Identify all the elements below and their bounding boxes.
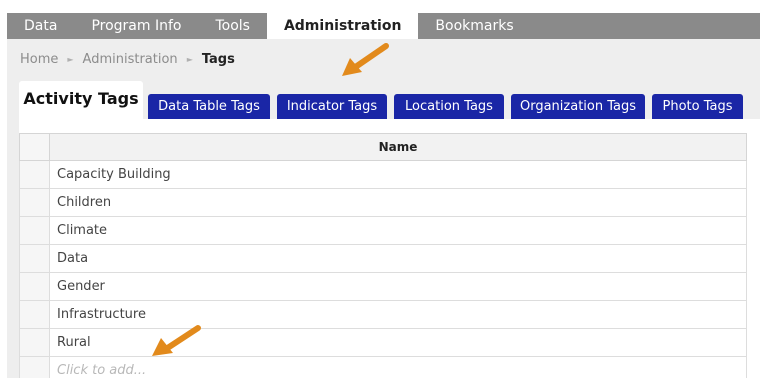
callout-arrow-icon xyxy=(342,43,389,76)
breadcrumb-separator-icon: ► xyxy=(67,55,74,64)
breadcrumb: Home ► Administration ► Tags xyxy=(20,50,235,70)
row-selector[interactable] xyxy=(19,160,50,189)
tab-data-table-tags[interactable]: Data Table Tags xyxy=(148,94,270,119)
tag-name-cell[interactable]: Climate xyxy=(49,216,747,245)
nav-item-bookmarks[interactable]: Bookmarks xyxy=(418,13,530,39)
table-row[interactable]: Gender xyxy=(19,272,747,301)
row-selector-header xyxy=(19,133,50,161)
row-selector[interactable] xyxy=(19,216,50,245)
table-row[interactable]: Data xyxy=(19,244,747,273)
tags-panel: Name Capacity Building Children Climate … xyxy=(19,119,760,378)
column-header-name[interactable]: Name xyxy=(49,133,747,161)
tag-name-cell[interactable]: Gender xyxy=(49,272,747,301)
add-row[interactable]: Click to add... xyxy=(19,356,747,378)
breadcrumb-administration[interactable]: Administration xyxy=(83,52,178,67)
top-navigation-bar: Data Program Info Tools Administration B… xyxy=(7,13,760,39)
table-row[interactable]: Rural xyxy=(19,328,747,357)
breadcrumb-separator-icon: ► xyxy=(186,55,193,64)
row-selector[interactable] xyxy=(19,272,50,301)
row-selector xyxy=(19,356,50,378)
tag-name-cell[interactable]: Capacity Building xyxy=(49,160,747,189)
table-row[interactable]: Climate xyxy=(19,216,747,245)
row-selector[interactable] xyxy=(19,188,50,217)
row-selector[interactable] xyxy=(19,300,50,329)
tab-location-tags[interactable]: Location Tags xyxy=(394,94,504,119)
callout-arrow-icon xyxy=(152,325,201,356)
row-selector[interactable] xyxy=(19,328,50,357)
nav-item-program-info[interactable]: Program Info xyxy=(74,13,198,39)
table-row[interactable]: Infrastructure xyxy=(19,300,747,329)
tab-photo-tags[interactable]: Photo Tags xyxy=(652,94,743,119)
tab-indicator-tags[interactable]: Indicator Tags xyxy=(277,94,387,119)
table-row[interactable]: Children xyxy=(19,188,747,217)
table-header-row: Name xyxy=(19,133,747,161)
nav-item-tools[interactable]: Tools xyxy=(198,13,267,39)
tag-name-cell[interactable]: Children xyxy=(49,188,747,217)
tab-organization-tags[interactable]: Organization Tags xyxy=(511,94,645,119)
tag-name-cell[interactable]: Data xyxy=(49,244,747,273)
tags-table: Name Capacity Building Children Climate … xyxy=(19,133,747,378)
nav-item-data[interactable]: Data xyxy=(7,13,74,39)
breadcrumb-current: Tags xyxy=(201,52,235,67)
tab-activity-tags[interactable]: Activity Tags xyxy=(19,81,143,119)
row-selector[interactable] xyxy=(19,244,50,273)
table-row[interactable]: Capacity Building xyxy=(19,160,747,189)
nav-item-administration[interactable]: Administration xyxy=(266,13,419,39)
breadcrumb-home[interactable]: Home xyxy=(20,52,58,67)
